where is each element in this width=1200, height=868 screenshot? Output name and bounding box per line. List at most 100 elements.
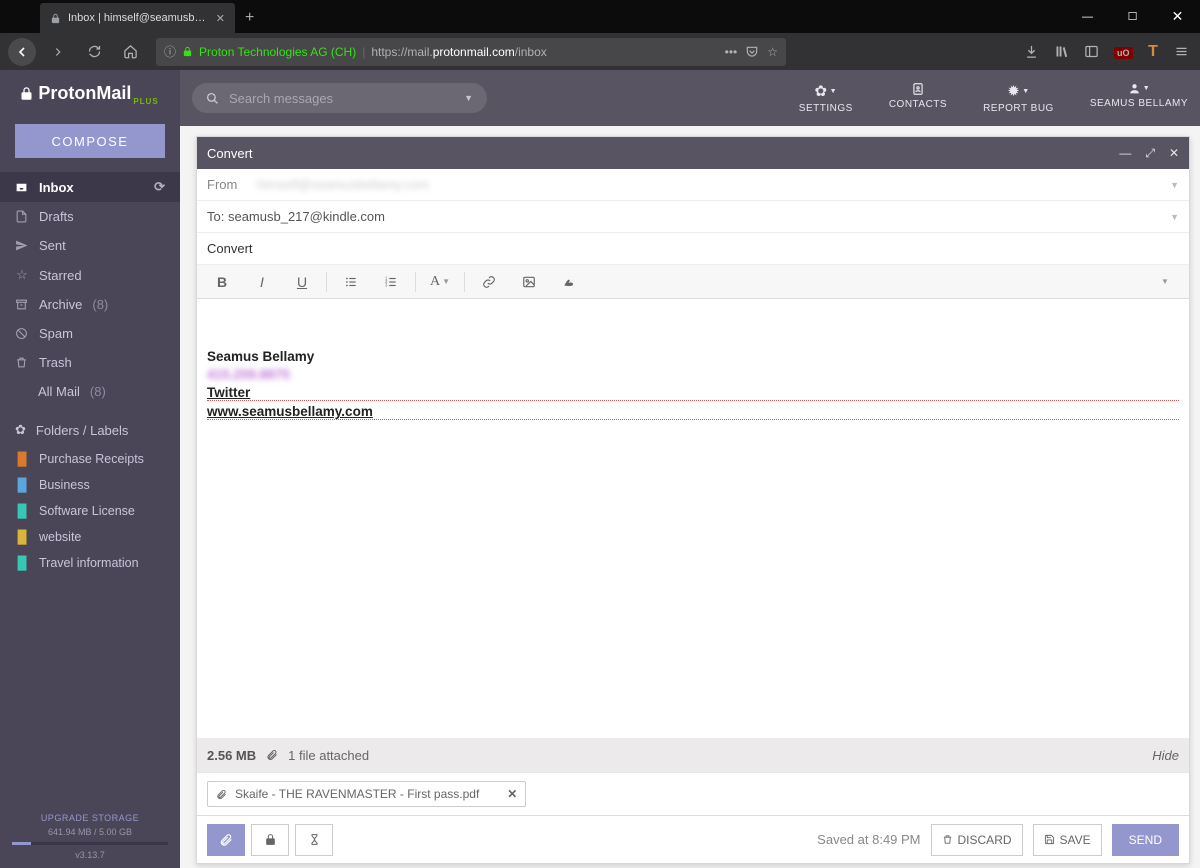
- sidebar-item-archive[interactable]: Archive (8): [0, 290, 180, 319]
- browser-toolbar: ⓘ Proton Technologies AG (CH) | https://…: [0, 33, 1200, 70]
- chevron-down-icon[interactable]: ▼: [1170, 180, 1179, 190]
- signature-website-link[interactable]: www.seamusbellamy.com: [207, 404, 1179, 420]
- lock-icon: [48, 11, 62, 25]
- downloads-icon[interactable]: [1024, 44, 1042, 59]
- subject-field[interactable]: Convert: [197, 233, 1189, 265]
- sidebar-section-folders[interactable]: ✿ Folders / Labels: [0, 414, 180, 446]
- contacts-button[interactable]: CONTACTS: [889, 82, 947, 114]
- close-window-button[interactable]: ✕: [1155, 0, 1200, 33]
- font-button[interactable]: A▼: [421, 268, 459, 296]
- forward-button[interactable]: [44, 38, 72, 66]
- folder-item[interactable]: █website: [0, 524, 180, 550]
- refresh-icon[interactable]: ⟳: [154, 179, 165, 195]
- editor-body[interactable]: Seamus Bellamy 415.259.8875 Twitter www.…: [197, 299, 1189, 738]
- home-button[interactable]: [116, 38, 144, 66]
- expand-compose-icon[interactable]: ⤢: [1145, 146, 1155, 161]
- attachment-chip[interactable]: Skaife - THE RAVENMASTER - First pass.pd…: [207, 781, 526, 807]
- nav-label: Sent: [39, 238, 66, 253]
- attach-button[interactable]: [207, 824, 245, 856]
- search-input[interactable]: [229, 91, 454, 106]
- menu-icon[interactable]: [1174, 44, 1192, 59]
- report-bug-button[interactable]: ✹▼ REPORT BUG: [983, 82, 1054, 114]
- link-button[interactable]: [470, 268, 508, 296]
- sidebar-item-drafts[interactable]: Drafts: [0, 202, 180, 231]
- storage-bar: [12, 842, 168, 845]
- browser-tab[interactable]: Inbox | himself@seamusbellam... ✕: [40, 3, 235, 33]
- sidebar-item-sent[interactable]: Sent: [0, 231, 180, 260]
- discard-button[interactable]: DISCARD: [931, 824, 1023, 856]
- browser-tab-strip: Inbox | himself@seamusbellam... ✕ + — ☐ …: [0, 0, 1200, 33]
- sidebar-icon[interactable]: [1084, 44, 1102, 59]
- bug-icon: ✹▼: [983, 82, 1054, 100]
- hide-attachments-button[interactable]: Hide: [1152, 748, 1179, 763]
- sidebar-item-inbox[interactable]: Inbox ⟳: [0, 172, 180, 202]
- maximize-button[interactable]: ☐: [1110, 0, 1155, 33]
- sidebar-item-trash[interactable]: Trash: [0, 348, 180, 377]
- folder-item[interactable]: █Purchase Receipts: [0, 446, 180, 472]
- spam-icon: [15, 327, 29, 340]
- image-button[interactable]: [510, 268, 548, 296]
- bookmark-icon[interactable]: ☆: [767, 45, 778, 59]
- ublock-icon[interactable]: uO: [1114, 43, 1132, 61]
- folder-label: Purchase Receipts: [39, 452, 144, 466]
- nav-label: Starred: [39, 268, 82, 283]
- close-compose-icon[interactable]: ✕: [1169, 146, 1179, 161]
- certificate-label[interactable]: Proton Technologies AG (CH): [199, 45, 356, 59]
- encrypt-button[interactable]: [251, 824, 289, 856]
- chevron-down-icon[interactable]: ▼: [1170, 212, 1179, 222]
- sidebar-item-spam[interactable]: Spam: [0, 319, 180, 348]
- protonmail-logo[interactable]: ProtonMail PLUS: [0, 70, 180, 116]
- more-icon[interactable]: •••: [725, 45, 738, 59]
- upgrade-storage-link[interactable]: UPGRADE STORAGE: [0, 813, 180, 823]
- folder-item[interactable]: █Software License: [0, 498, 180, 524]
- sidebar-item-all-mail[interactable]: All Mail (8): [0, 377, 180, 406]
- ordered-list-button[interactable]: 123: [372, 268, 410, 296]
- star-icon: ☆: [15, 267, 29, 283]
- folder-item[interactable]: █Business: [0, 472, 180, 498]
- expiration-button[interactable]: [295, 824, 333, 856]
- tag-icon: █: [15, 478, 29, 492]
- signature-twitter-link[interactable]: Twitter: [207, 385, 1179, 401]
- library-icon[interactable]: [1054, 44, 1072, 59]
- section-label: Folders / Labels: [36, 423, 129, 438]
- back-button[interactable]: [8, 38, 36, 66]
- minimize-button[interactable]: —: [1065, 0, 1110, 33]
- italic-button[interactable]: I: [243, 268, 281, 296]
- save-icon: [1044, 834, 1055, 845]
- folder-label: Travel information: [39, 556, 139, 570]
- close-tab-icon[interactable]: ✕: [214, 12, 227, 25]
- clear-format-button[interactable]: [550, 268, 588, 296]
- extension-t-icon[interactable]: T: [1144, 43, 1162, 61]
- subject-value: Convert: [207, 241, 253, 256]
- save-button[interactable]: SAVE: [1033, 824, 1102, 856]
- settings-button[interactable]: ✿▼ SETTINGS: [799, 82, 853, 114]
- folder-item[interactable]: █Travel information: [0, 550, 180, 576]
- underline-button[interactable]: U: [283, 268, 321, 296]
- search-box[interactable]: ▼: [192, 83, 487, 113]
- send-button[interactable]: SEND: [1112, 824, 1179, 856]
- chevron-down-icon[interactable]: ▼: [464, 93, 473, 103]
- compose-button[interactable]: COMPOSE: [15, 124, 165, 158]
- reload-button[interactable]: [80, 38, 108, 66]
- user-menu[interactable]: ▼ SEAMUS BELLAMY: [1090, 82, 1188, 114]
- from-field[interactable]: From himself@seamusbellamy.com ▼: [197, 169, 1189, 201]
- bold-button[interactable]: B: [203, 268, 241, 296]
- sidebar-item-starred[interactable]: ☆ Starred: [0, 260, 180, 290]
- count-badge: (8): [90, 384, 106, 399]
- minimize-compose-icon[interactable]: —: [1119, 146, 1131, 161]
- new-tab-button[interactable]: +: [235, 3, 264, 33]
- pocket-icon[interactable]: [745, 45, 759, 59]
- unordered-list-button[interactable]: [332, 268, 370, 296]
- nav-label: Trash: [39, 355, 72, 370]
- nav-label: Drafts: [39, 209, 74, 224]
- action-label: REPORT BUG: [983, 103, 1054, 114]
- attachment-filename: Skaife - THE RAVENMASTER - First pass.pd…: [235, 787, 479, 801]
- count-badge: (8): [92, 297, 108, 312]
- to-field[interactable]: To: seamusb_217@kindle.com ▼: [197, 201, 1189, 233]
- sent-icon: [15, 239, 29, 252]
- info-icon[interactable]: ⓘ: [164, 43, 176, 60]
- action-label: SETTINGS: [799, 103, 853, 114]
- more-format-button[interactable]: ▼: [1145, 268, 1183, 296]
- remove-attachment-icon[interactable]: ✕: [507, 787, 517, 801]
- url-bar[interactable]: ⓘ Proton Technologies AG (CH) | https://…: [156, 38, 786, 66]
